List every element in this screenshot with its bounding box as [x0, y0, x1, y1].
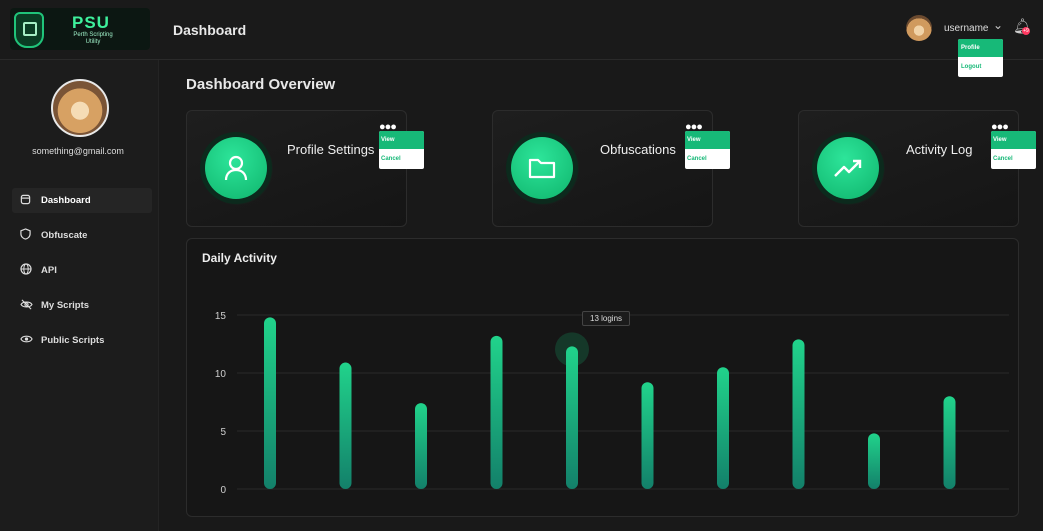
chart-bar[interactable] — [264, 317, 276, 489]
chart-bar[interactable] — [943, 396, 956, 489]
sidebar-item-api[interactable]: API — [12, 258, 152, 283]
card-menu: View Cancel — [379, 131, 424, 169]
sidebar-item-label: Obfuscate — [41, 230, 88, 241]
logo-text: PSU — [72, 13, 110, 32]
psu-logo[interactable]: PSU Perth Scripting Utility — [10, 8, 150, 50]
chart-bar[interactable] — [566, 346, 578, 489]
sidebar: something@gmail.com Dashboard Obfuscate … — [0, 60, 159, 531]
eye-icon — [20, 334, 33, 347]
chart-bar[interactable] — [641, 382, 654, 489]
overview-heading: Dashboard Overview — [186, 76, 336, 93]
menu-item-cancel[interactable]: Cancel — [379, 149, 424, 169]
chart-bar[interactable] — [339, 362, 352, 489]
top-bar: PSU Perth Scripting Utility Dashboard us… — [0, 0, 1043, 77]
username-label[interactable]: username — [944, 23, 988, 34]
user-dropdown-menu: Profile Logout — [958, 39, 1003, 77]
shield-chip-icon — [14, 12, 44, 48]
folder-icon — [511, 137, 573, 199]
y-tick-label: 10 — [215, 369, 227, 380]
sidebar-item-label: Dashboard — [41, 195, 91, 206]
bar-chart: 0 5 10 15 — [215, 311, 1009, 496]
menu-item-logout[interactable]: Logout — [958, 57, 1003, 77]
card-menu: View Cancel — [685, 131, 730, 169]
dashboard-icon — [20, 194, 33, 208]
user-avatar[interactable] — [906, 15, 932, 41]
y-tick-label: 15 — [215, 311, 227, 322]
eye-off-icon — [20, 299, 33, 313]
card-profile-settings[interactable]: Profile Settings ●●● View Cancel — [186, 110, 424, 227]
sidebar-item-dashboard[interactable]: Dashboard — [12, 188, 152, 213]
chart-bar[interactable] — [868, 433, 880, 489]
card-obfuscations[interactable]: Obfuscations ●●● View Cancel — [492, 110, 730, 227]
menu-item-cancel[interactable]: Cancel — [685, 149, 730, 169]
menu-item-view[interactable]: View — [685, 131, 730, 149]
y-tick-label: 5 — [220, 427, 226, 438]
menu-item-cancel[interactable]: Cancel — [991, 149, 1036, 169]
sidebar-item-label: API — [41, 265, 57, 276]
sidebar-item-obfuscate[interactable]: Obfuscate — [12, 223, 152, 248]
card-menu: View Cancel — [991, 131, 1036, 169]
user-email: something@gmail.com — [32, 146, 124, 156]
user-icon — [205, 137, 267, 199]
card-title: Profile Settings — [287, 142, 375, 157]
sidebar-nav: Dashboard Obfuscate API My Scripts Publi… — [12, 188, 152, 363]
card-activity-log[interactable]: Activity Log ●●● View Cancel — [798, 110, 1036, 227]
chart-tooltip: 13 logins — [582, 311, 631, 326]
sidebar-item-label: Public Scripts — [41, 335, 105, 346]
card-title: Obfuscations — [600, 142, 676, 157]
logo-subtitle: Perth Scripting Utility — [73, 32, 113, 45]
menu-item-profile[interactable]: Profile — [958, 39, 1003, 57]
daily-activity-chart: Daily Activity 0 5 10 15 13 logins — [186, 238, 1019, 517]
chart-bar[interactable] — [792, 339, 805, 489]
chart-bar[interactable] — [717, 367, 729, 489]
notification-badge: +9 — [1022, 27, 1030, 35]
sidebar-item-public-scripts[interactable]: Public Scripts — [12, 328, 152, 353]
trending-up-icon — [817, 137, 879, 199]
menu-item-view[interactable]: View — [991, 131, 1036, 149]
shield-icon — [20, 228, 33, 243]
menu-item-view[interactable]: View — [379, 131, 424, 149]
chart-bar[interactable] — [415, 403, 427, 489]
sidebar-item-label: My Scripts — [41, 300, 90, 311]
chevron-down-icon[interactable]: ⌄ — [993, 18, 1003, 32]
chart-bar[interactable] — [490, 335, 503, 489]
globe-icon — [20, 263, 33, 278]
page-title: Dashboard — [173, 22, 247, 38]
sidebar-item-my-scripts[interactable]: My Scripts — [12, 293, 152, 318]
profile-avatar[interactable] — [51, 79, 109, 137]
y-tick-label: 0 — [220, 485, 226, 496]
card-title: Activity Log — [906, 142, 973, 157]
